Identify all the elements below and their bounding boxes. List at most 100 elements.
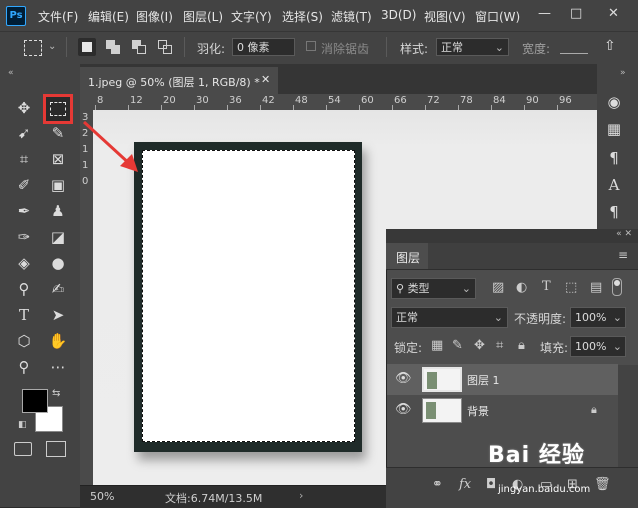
delete-layer-icon[interactable]: 🗑︎	[594, 477, 611, 492]
menu-file[interactable]: 文件(F)	[38, 8, 78, 25]
pen-tool-icon[interactable]: ✍	[46, 277, 70, 301]
ruler-tick-label: 8	[97, 95, 104, 106]
close-tab-icon[interactable]: ✕	[261, 73, 270, 86]
new-selection-button[interactable]	[78, 38, 96, 56]
lock-artboard-icon[interactable]: ⌗	[496, 338, 503, 353]
status-menu-icon[interactable]: ›	[299, 489, 303, 502]
antialias-checkbox[interactable]	[306, 41, 316, 51]
layer-name[interactable]: 图层 1	[467, 372, 500, 388]
menu-select[interactable]: 选择(S)	[282, 8, 323, 25]
zoom-level[interactable]: 50%	[90, 490, 114, 503]
share-icon[interactable]: ⇧	[604, 38, 616, 54]
menu-filter[interactable]: 滤镜(T)	[331, 8, 372, 25]
filter-adjustment-icon[interactable]: ◐	[516, 280, 527, 295]
layer-name[interactable]: 背景	[467, 403, 489, 419]
doc-info: 文档:6.74M/13.5M	[165, 492, 263, 505]
menu-type[interactable]: 文字(Y)	[231, 8, 272, 25]
lasso-tool-icon[interactable]: ➹	[12, 121, 36, 145]
selection-marquee	[142, 150, 355, 442]
menu-image[interactable]: 图像(I)	[136, 8, 173, 25]
menu-3d[interactable]: 3D(D)	[381, 8, 416, 22]
collapse-icon[interactable]: «	[8, 68, 14, 78]
filter-shape-icon[interactable]: ⬚	[565, 280, 577, 295]
blur-tool-icon[interactable]: ●	[46, 251, 70, 275]
visibility-eye-icon[interactable]: 👁︎	[395, 372, 412, 386]
filter-type-icon[interactable]: T	[542, 279, 551, 294]
fx-icon[interactable]: fx	[459, 477, 471, 492]
ruler-tick-label: 66	[394, 95, 407, 106]
menu-window[interactable]: 窗口(W)	[475, 8, 520, 25]
swatches-panel-icon[interactable]: ▦	[602, 117, 626, 141]
lock-position-icon[interactable]: ✥	[474, 338, 485, 353]
style-select[interactable]: 正常 ⌄	[436, 38, 509, 56]
shape-tool-icon[interactable]: ⬡	[12, 329, 36, 353]
path-selection-tool-icon[interactable]: ➤	[46, 303, 70, 327]
screen-mode-icon[interactable]	[46, 441, 66, 457]
frame-tool-icon[interactable]: ⊠	[46, 147, 70, 171]
menu-layer[interactable]: 图层(L)	[183, 8, 223, 25]
rectangular-marquee-tool-icon[interactable]	[43, 94, 73, 124]
width-input[interactable]	[560, 53, 588, 54]
dodge-tool-icon[interactable]: ⚲	[12, 277, 36, 301]
quick-selection-tool-icon[interactable]: ✎	[46, 121, 70, 145]
visibility-eye-icon[interactable]: 👁︎	[395, 403, 412, 417]
link-layers-icon[interactable]: ⚭	[432, 477, 443, 492]
feather-label: 羽化:	[197, 42, 226, 56]
collapse-icon[interactable]: »	[620, 68, 626, 78]
filter-toggle[interactable]	[612, 278, 622, 296]
collapse-icon[interactable]: « ✕	[616, 229, 632, 239]
intersect-selection-button[interactable]	[156, 38, 174, 56]
minimize-button[interactable]: —	[538, 6, 551, 21]
close-button[interactable]: ✕	[608, 6, 619, 21]
layer-row[interactable]: 👁︎ 背景 🔒︎	[387, 395, 618, 426]
stamp-tool-icon[interactable]: ♟	[46, 199, 70, 223]
color-panel-icon[interactable]: ◉	[602, 90, 626, 114]
fill-input[interactable]: 100% ⌄	[570, 336, 626, 357]
swap-colors-icon[interactable]: ⇆	[52, 388, 60, 399]
crop-tool-icon[interactable]: ⌗	[12, 147, 36, 171]
menu-edit[interactable]: 编辑(E)	[88, 8, 129, 25]
history-brush-tool-icon[interactable]: ✑	[12, 225, 36, 249]
move-tool-icon[interactable]: ✥	[12, 96, 36, 120]
add-selection-button[interactable]	[104, 38, 122, 56]
lock-image-icon[interactable]: ✎	[452, 338, 463, 353]
blend-mode-select[interactable]: 正常 ⌄	[391, 307, 508, 328]
patch-tool-icon[interactable]: ▣	[46, 173, 70, 197]
lock-all-icon[interactable]: 🔒︎	[518, 338, 525, 353]
brush-tool-icon[interactable]: ✒	[12, 199, 36, 223]
eraser-tool-icon[interactable]: ◪	[46, 225, 70, 249]
layers-tab[interactable]: 图层	[396, 249, 420, 266]
more-tools-icon[interactable]: ⋯	[46, 355, 70, 379]
character-panel-icon[interactable]: A	[602, 173, 626, 197]
foreground-color-swatch[interactable]	[22, 389, 48, 413]
feather-input[interactable]: 0 像素	[232, 38, 295, 56]
filter-kind-select[interactable]: ⚲ 类型 ⌄	[391, 278, 476, 299]
style-label: 样式:	[400, 42, 429, 56]
marquee-preset-icon[interactable]	[24, 40, 42, 56]
add-mask-icon[interactable]: ◘	[486, 477, 496, 492]
subtract-selection-button[interactable]	[130, 38, 148, 56]
paint-bucket-tool-icon[interactable]: ◈	[12, 251, 36, 275]
blend-mode-value: 正常	[396, 311, 418, 324]
zoom-tool-icon[interactable]: ⚲	[12, 355, 36, 379]
opacity-input[interactable]: 100% ⌄	[570, 307, 626, 328]
layers-scrollbar[interactable]	[618, 365, 638, 467]
paragraph-panel-icon[interactable]: ¶	[602, 146, 626, 170]
default-colors-icon[interactable]: ◧	[18, 420, 27, 430]
type-tool-icon[interactable]: T	[12, 303, 36, 327]
document-tab[interactable]: 1.jpeg @ 50% (图层 1, RGB/8) * ✕	[80, 67, 278, 94]
paragraph-style-icon[interactable]: ¶	[602, 200, 626, 224]
filter-pixel-icon[interactable]: ▨	[492, 280, 504, 295]
quick-mask-icon[interactable]	[14, 442, 32, 456]
ruler-origin[interactable]	[80, 94, 93, 110]
layer-row[interactable]: 👁︎ 图层 1	[387, 364, 618, 395]
menu-view[interactable]: 视图(V)	[424, 8, 466, 25]
filter-smart-object-icon[interactable]: ▤	[590, 280, 602, 295]
maximize-button[interactable]: □	[570, 6, 582, 21]
hand-tool-icon[interactable]: ✋	[46, 329, 70, 353]
panel-menu-icon[interactable]: ≡	[618, 248, 628, 262]
divider	[66, 37, 67, 57]
eyedropper-tool-icon[interactable]: ✐	[12, 173, 36, 197]
chevron-down-icon[interactable]: ⌄	[48, 41, 56, 52]
lock-transparent-icon[interactable]: ▦	[431, 338, 443, 353]
